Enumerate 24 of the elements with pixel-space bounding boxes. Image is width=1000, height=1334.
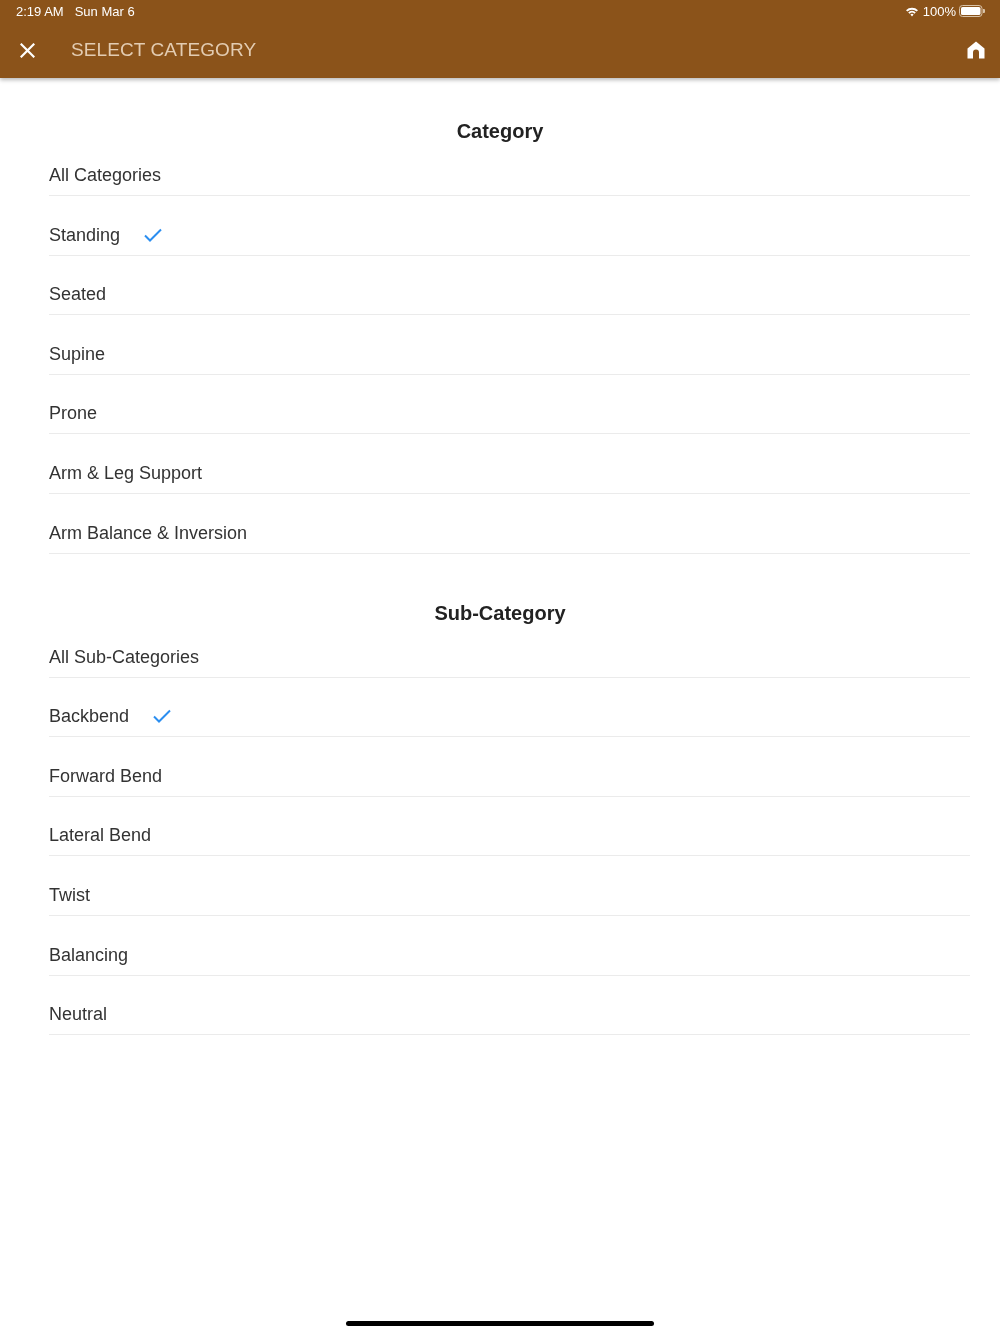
battery-percent: 100% [922,3,956,19]
option-item[interactable]: Lateral Bend [49,796,970,857]
section-heading: Sub-Category [434,600,566,625]
option-item[interactable]: All Sub-Categories [49,624,970,678]
section-heading: Category [456,119,544,143]
option-item[interactable]: Prone [49,374,970,435]
home-icon[interactable] [967,41,985,59]
wifi-icon [904,5,919,17]
option-item[interactable]: All Categories [49,143,970,196]
option-item[interactable]: Balancing [49,915,970,976]
status-date: Sun Mar 6 [74,3,135,19]
battery-icon [959,5,985,17]
option-item[interactable]: Forward Bend [49,737,970,797]
option-item[interactable]: Neutral [49,975,970,1036]
option-item[interactable]: Standing [49,196,970,256]
option-item[interactable]: Arm Balance & Inversion [49,493,970,554]
status-time: 2:19 AM [16,3,64,19]
option-item[interactable]: Backbend [49,677,970,738]
option-item[interactable]: Twist [49,856,970,916]
option-item[interactable]: Arm & Leg Support [49,434,970,494]
option-item[interactable]: Seated [49,255,970,316]
option-item[interactable]: Supine [49,315,970,375]
page-title: SELECT CATEGORY [71,38,257,62]
close-icon[interactable] [20,42,35,58]
